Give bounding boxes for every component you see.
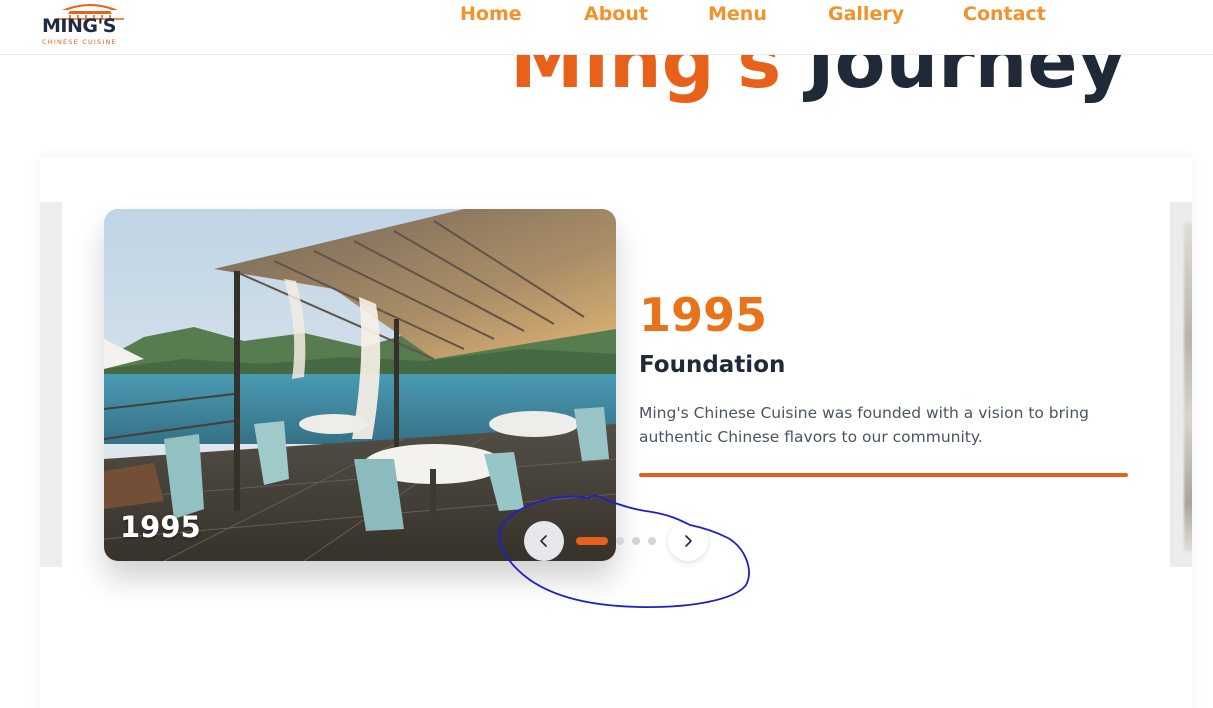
brand-tagline: CHINESE CUISINE — [42, 38, 117, 46]
carousel-next-button[interactable] — [668, 521, 708, 561]
site-header: MING'S CHINESE CUISINE Home About Menu G… — [0, 0, 1213, 55]
nav-home[interactable]: Home — [460, 3, 522, 25]
nav-gallery[interactable]: Gallery — [828, 3, 904, 25]
chevron-left-icon — [540, 535, 547, 547]
nav-about[interactable]: About — [584, 3, 648, 25]
blurred-photo — [1184, 222, 1192, 552]
restaurant-terrace-photo — [104, 209, 616, 561]
brand-logo[interactable]: MING'S CHINESE CUISINE — [40, 0, 140, 50]
previous-slide-peek[interactable] — [40, 202, 62, 567]
slide-photo: 1995 — [104, 209, 616, 561]
slide-progress-bar — [639, 473, 1128, 477]
nav-menu[interactable]: Menu — [708, 3, 767, 25]
carousel-dot-4[interactable] — [648, 537, 656, 545]
carousel-prev-button[interactable] — [524, 521, 564, 561]
carousel-dot-2[interactable] — [616, 537, 624, 545]
nav-contact[interactable]: Contact — [963, 3, 1046, 25]
slide-description: Ming's Chinese Cuisine was founded with … — [639, 404, 1089, 446]
carousel-dot-1[interactable] — [576, 537, 608, 545]
photo-year-label: 1995 — [120, 510, 201, 544]
next-slide-peek[interactable] — [1170, 202, 1192, 567]
slide-title: Foundation — [639, 352, 786, 378]
carousel-dot-3[interactable] — [632, 537, 640, 545]
slide-year: 1995 — [639, 288, 768, 342]
chevron-right-icon — [685, 535, 692, 547]
brand-name: MING'S — [42, 15, 116, 37]
